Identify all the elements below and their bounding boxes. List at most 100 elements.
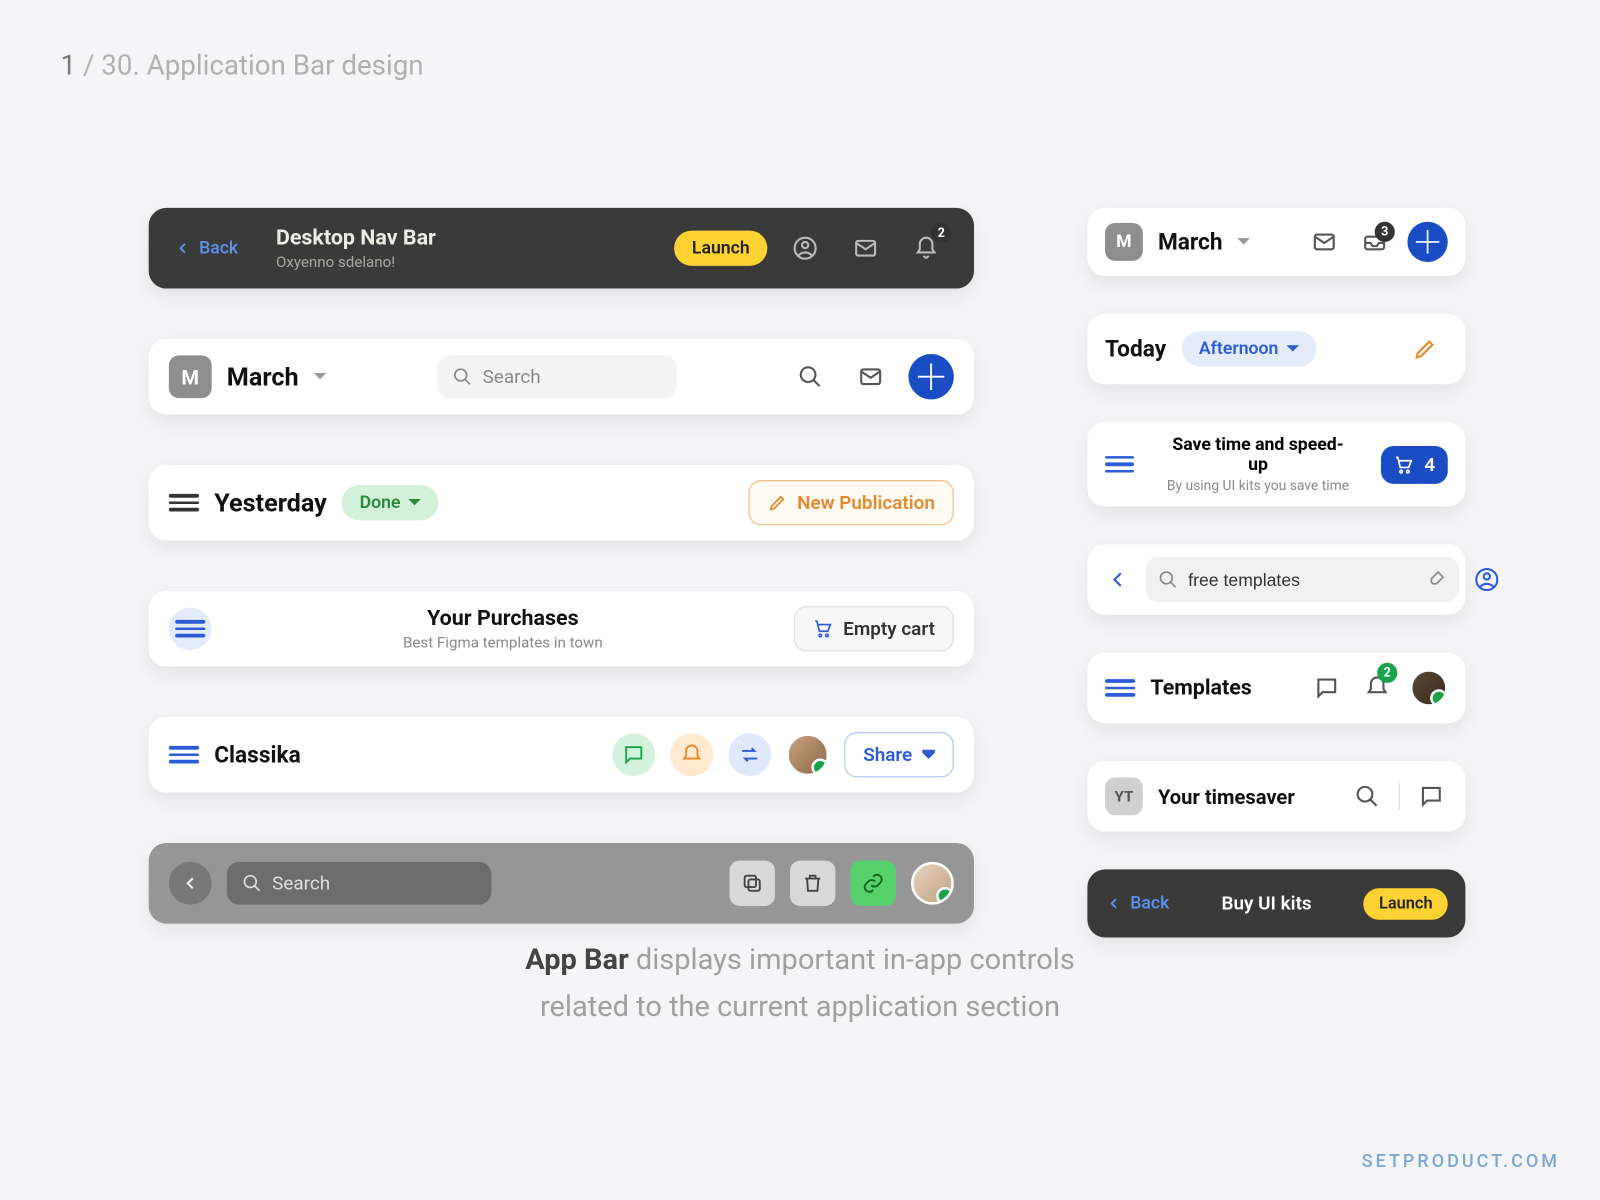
menu-button[interactable] bbox=[1105, 456, 1135, 473]
avatar[interactable] bbox=[1410, 669, 1448, 707]
notification-button[interactable]: 2 bbox=[903, 226, 948, 271]
search-field[interactable] bbox=[1188, 570, 1416, 590]
appbar-yesterday: Yesterday Done New Publication bbox=[149, 465, 974, 541]
back-label: Back bbox=[1130, 893, 1169, 913]
search-input[interactable] bbox=[1145, 557, 1459, 602]
add-button[interactable] bbox=[908, 354, 953, 399]
appbar-title: Desktop Nav Bar bbox=[276, 226, 436, 251]
back-button[interactable]: Back bbox=[174, 238, 238, 258]
link-button[interactable] bbox=[851, 861, 896, 906]
appbar-title: Today bbox=[1105, 336, 1166, 362]
clear-button[interactable] bbox=[1426, 567, 1446, 592]
menu-button[interactable] bbox=[169, 494, 199, 511]
period-chip[interactable]: Afternoon bbox=[1181, 331, 1316, 366]
appbar-title: March bbox=[227, 362, 299, 392]
appbar-title: March bbox=[1158, 229, 1223, 255]
avatar[interactable]: YT bbox=[1105, 777, 1143, 815]
btn-label: New Publication bbox=[797, 491, 935, 514]
share-button[interactable]: Share bbox=[844, 732, 954, 777]
chat-button[interactable] bbox=[1415, 774, 1448, 819]
profile-button[interactable] bbox=[782, 226, 827, 271]
search-icon bbox=[242, 873, 262, 893]
arrow-left-icon bbox=[174, 239, 192, 257]
add-button[interactable] bbox=[1407, 222, 1447, 262]
delete-button[interactable] bbox=[790, 861, 835, 906]
chip-label: Done bbox=[360, 493, 401, 513]
chevron-left-icon bbox=[1105, 567, 1130, 592]
footer-description: App Bar displays important in-app contro… bbox=[0, 937, 1600, 1030]
avatar[interactable] bbox=[786, 733, 829, 776]
cart-button[interactable]: 4 bbox=[1381, 445, 1447, 483]
appbar-today: Today Afternoon bbox=[1087, 314, 1465, 385]
search-icon bbox=[1355, 784, 1380, 809]
appbar-save-time: Save time and speed-up By using UI kits … bbox=[1087, 422, 1465, 506]
user-circle-icon bbox=[1474, 567, 1499, 592]
edit-button[interactable] bbox=[1402, 326, 1447, 371]
chevron-down-icon bbox=[1286, 343, 1299, 356]
btn-label: Empty cart bbox=[843, 617, 935, 640]
launch-button[interactable]: Launch bbox=[1364, 888, 1448, 920]
menu-button[interactable] bbox=[169, 607, 212, 650]
mail-icon bbox=[1312, 229, 1337, 254]
mail-icon bbox=[858, 364, 883, 389]
appbar-subtitle: Best Figma templates in town bbox=[403, 634, 603, 652]
chevron-left-icon bbox=[180, 873, 200, 893]
notification-badge: 2 bbox=[1377, 663, 1397, 683]
menu-button[interactable] bbox=[1105, 679, 1135, 696]
appbar-march-compact: M March 3 bbox=[1087, 208, 1465, 276]
mail-icon bbox=[853, 236, 878, 261]
copy-button[interactable] bbox=[730, 861, 775, 906]
back-button[interactable] bbox=[169, 862, 212, 905]
menu-button[interactable] bbox=[169, 746, 199, 763]
appbar-timesaver: YT Your timesaver bbox=[1087, 761, 1465, 832]
status-chip[interactable]: Done bbox=[342, 485, 438, 520]
mail-button[interactable] bbox=[1307, 224, 1342, 259]
appbar-title: Buy UI kits bbox=[1222, 892, 1312, 915]
appbar-search bbox=[1087, 544, 1465, 615]
breadcrumb: 1 / 30. Application Bar design bbox=[60, 50, 1539, 82]
appbar-title: Yesterday bbox=[214, 488, 327, 518]
profile-button[interactable] bbox=[1474, 557, 1499, 602]
search-input[interactable]: Search bbox=[227, 862, 492, 905]
notification-button[interactable]: 2 bbox=[1360, 665, 1395, 710]
appbar-title: Classika bbox=[214, 742, 301, 768]
mail-button[interactable] bbox=[848, 354, 893, 399]
breadcrumb-current: 1 bbox=[60, 50, 76, 82]
search-input[interactable]: Search bbox=[437, 355, 676, 398]
pencil-icon bbox=[767, 493, 787, 513]
search-button[interactable] bbox=[788, 354, 833, 399]
chat-button[interactable] bbox=[612, 733, 655, 776]
back-button[interactable] bbox=[1105, 557, 1130, 602]
chevron-down-icon[interactable] bbox=[314, 370, 327, 383]
appbar-title: Your timesaver bbox=[1158, 784, 1295, 808]
inbox-button[interactable]: 3 bbox=[1357, 224, 1392, 259]
pencil-icon bbox=[1412, 336, 1437, 361]
notification-button[interactable] bbox=[670, 733, 713, 776]
chevron-down-icon[interactable] bbox=[1238, 236, 1251, 249]
avatar[interactable]: M bbox=[1105, 223, 1143, 261]
avatar[interactable]: M bbox=[169, 355, 212, 398]
chat-button[interactable] bbox=[1309, 665, 1344, 710]
search-button[interactable] bbox=[1351, 774, 1384, 819]
footer-text-2: related to the current application secti… bbox=[540, 990, 1060, 1024]
launch-button[interactable]: Launch bbox=[674, 231, 767, 266]
plus-icon bbox=[908, 354, 953, 399]
back-button[interactable]: Back bbox=[1105, 893, 1169, 913]
watermark: SETPRODUCT.COM bbox=[1362, 1151, 1560, 1172]
plus-icon bbox=[1407, 222, 1447, 262]
user-circle-icon bbox=[793, 236, 818, 261]
chevron-down-icon bbox=[922, 748, 935, 761]
link-icon bbox=[862, 872, 885, 895]
chevron-down-icon bbox=[408, 496, 421, 509]
swap-icon bbox=[738, 743, 761, 766]
appbar-subtitle: Oxyenno sdelano! bbox=[276, 253, 436, 271]
search-icon bbox=[1158, 570, 1178, 590]
empty-cart-button[interactable]: Empty cart bbox=[794, 606, 954, 651]
avatar[interactable] bbox=[911, 862, 954, 905]
appbar-subtitle: By using UI kits you save time bbox=[1165, 478, 1351, 494]
swap-button[interactable] bbox=[728, 733, 771, 776]
mail-button[interactable] bbox=[843, 226, 888, 271]
new-publication-button[interactable]: New Publication bbox=[748, 480, 954, 525]
notification-badge: 2 bbox=[931, 223, 951, 243]
btn-label: Share bbox=[863, 743, 912, 766]
